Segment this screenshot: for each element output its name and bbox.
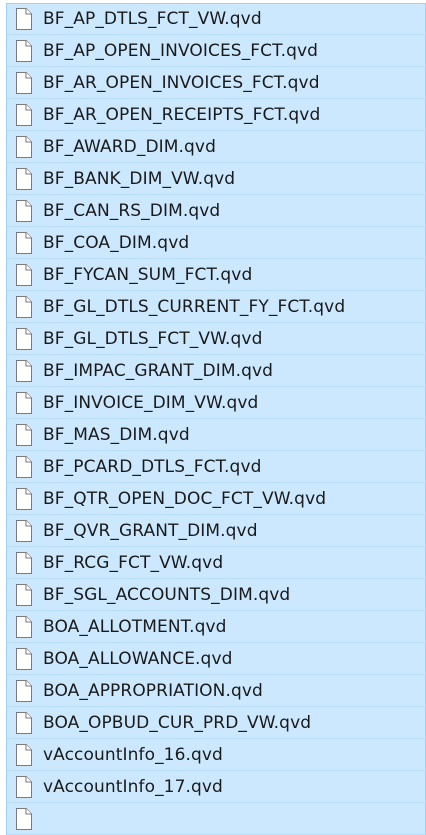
file-name: BF_GL_DTLS_CURRENT_FY_FCT.qvd — [43, 296, 346, 317]
document-file-icon — [15, 199, 32, 222]
document-file-icon — [15, 583, 32, 606]
document-file-icon — [15, 743, 32, 766]
document-file-icon — [15, 8, 32, 30]
file-row[interactable]: BF_SGL_ACCOUNTS_DIM.qvd — [6, 579, 426, 611]
file-row[interactable]: BF_INVOICE_DIM_VW.qvd — [6, 387, 426, 419]
file-row[interactable]: BOA_OPBUD_CUR_PRD_VW.qvd — [6, 707, 426, 739]
file-row[interactable]: vAccountInfo_16.qvd — [6, 739, 426, 771]
file-row[interactable]: BOA_ALLOWANCE.qvd — [6, 643, 426, 675]
file-name: BF_INVOICE_DIM_VW.qvd — [43, 392, 259, 413]
file-row[interactable]: BF_AP_DTLS_FCT_VW.qvd — [6, 3, 426, 35]
file-row[interactable]: BF_AR_OPEN_INVOICES_FCT.qvd — [6, 67, 426, 99]
document-file-icon — [15, 775, 32, 798]
document-file-icon — [15, 359, 32, 382]
file-row[interactable]: BF_AWARD_DIM.qvd — [6, 131, 426, 163]
document-file-icon — [15, 455, 32, 478]
file-row[interactable]: BF_GL_DTLS_CURRENT_FY_FCT.qvd — [6, 291, 426, 323]
file-name: BF_IMPAC_GRANT_DIM.qvd — [43, 360, 274, 381]
document-file-icon — [15, 231, 32, 254]
file-row[interactable]: BF_FYCAN_SUM_FCT.qvd — [6, 259, 426, 291]
document-file-icon — [15, 263, 32, 286]
file-name: BF_QTR_OPEN_DOC_FCT_VW.qvd — [43, 488, 327, 509]
file-name: BF_AP_OPEN_INVOICES_FCT.qvd — [43, 40, 319, 61]
file-row[interactable]: BF_IMPAC_GRANT_DIM.qvd — [6, 355, 426, 387]
file-row[interactable]: BF_MAS_DIM.qvd — [6, 419, 426, 451]
document-file-icon — [15, 679, 32, 702]
document-file-icon — [15, 295, 32, 318]
document-file-icon — [15, 39, 32, 62]
file-row[interactable]: BF_AR_OPEN_RECEIPTS_FCT.qvd — [6, 99, 426, 131]
file-name: BF_PCARD_DTLS_FCT.qvd — [43, 456, 262, 477]
document-file-icon — [15, 807, 32, 830]
file-row[interactable]: BF_COA_DIM.qvd — [6, 227, 426, 259]
file-name: BF_GL_DTLS_FCT_VW.qvd — [43, 328, 263, 349]
file-name: BOA_OPBUD_CUR_PRD_VW.qvd — [43, 712, 312, 733]
file-name: BF_COA_DIM.qvd — [43, 232, 190, 253]
document-file-icon — [15, 551, 32, 574]
document-file-icon — [15, 391, 32, 414]
file-name: BF_FYCAN_SUM_FCT.qvd — [43, 264, 253, 285]
file-name: BF_AP_DTLS_FCT_VW.qvd — [43, 9, 262, 29]
document-file-icon — [15, 423, 32, 446]
file-row[interactable]: BF_GL_DTLS_FCT_VW.qvd — [6, 323, 426, 355]
file-name: BF_BANK_DIM_VW.qvd — [43, 168, 236, 189]
file-row[interactable]: BF_BANK_DIM_VW.qvd — [6, 163, 426, 195]
file-row[interactable]: BF_AP_OPEN_INVOICES_FCT.qvd — [6, 35, 426, 67]
file-row[interactable]: BF_CAN_RS_DIM.qvd — [6, 195, 426, 227]
document-file-icon — [15, 711, 32, 734]
document-file-icon — [15, 103, 32, 126]
document-file-icon — [15, 135, 32, 158]
file-name: BF_RCG_FCT_VW.qvd — [43, 552, 224, 573]
document-file-icon — [15, 519, 32, 542]
file-name: BF_AWARD_DIM.qvd — [43, 136, 216, 157]
file-name: BF_SGL_ACCOUNTS_DIM.qvd — [43, 584, 291, 605]
file-row[interactable]: BF_PCARD_DTLS_FCT.qvd — [6, 451, 426, 483]
file-row[interactable]: BF_QTR_OPEN_DOC_FCT_VW.qvd — [6, 483, 426, 515]
document-file-icon — [15, 71, 32, 94]
file-row[interactable]: BOA_ALLOTMENT.qvd — [6, 611, 426, 643]
document-file-icon — [15, 487, 32, 510]
file-row[interactable] — [6, 803, 426, 835]
document-file-icon — [15, 327, 32, 350]
file-name: BOA_ALLOWANCE.qvd — [43, 648, 233, 669]
document-file-icon — [15, 167, 32, 190]
file-row[interactable]: vAccountInfo_17.qvd — [6, 771, 426, 803]
document-file-icon — [15, 615, 32, 638]
file-name: vAccountInfo_17.qvd — [43, 776, 223, 797]
file-list: BF_AP_DTLS_FCT_VW.qvd BF_AP_OPEN_INVOICE… — [0, 3, 426, 835]
file-name: BF_CAN_RS_DIM.qvd — [43, 200, 221, 221]
file-name: BF_AR_OPEN_INVOICES_FCT.qvd — [43, 72, 320, 93]
document-file-icon — [15, 647, 32, 670]
file-row[interactable]: BF_RCG_FCT_VW.qvd — [6, 547, 426, 579]
file-row[interactable]: BOA_APPROPRIATION.qvd — [6, 675, 426, 707]
file-name: BF_AR_OPEN_RECEIPTS_FCT.qvd — [43, 104, 321, 125]
file-row[interactable]: BF_QVR_GRANT_DIM.qvd — [6, 515, 426, 547]
file-name: BF_MAS_DIM.qvd — [43, 424, 190, 445]
file-name: BF_QVR_GRANT_DIM.qvd — [43, 520, 258, 541]
file-name: vAccountInfo_16.qvd — [43, 744, 223, 765]
file-name: BOA_APPROPRIATION.qvd — [43, 680, 263, 701]
file-name: BOA_ALLOTMENT.qvd — [43, 616, 227, 637]
